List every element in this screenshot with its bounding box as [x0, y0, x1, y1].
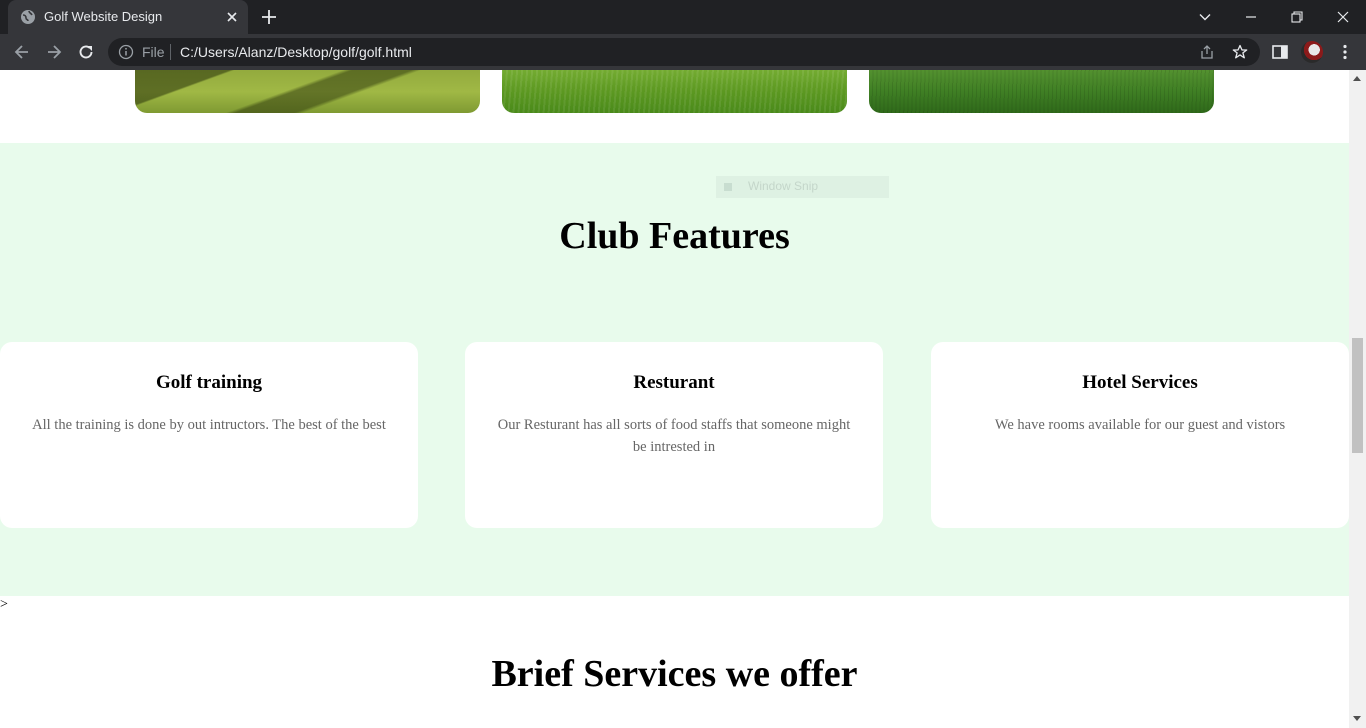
file-scheme-label: File [142, 44, 165, 60]
share-icon[interactable] [1199, 44, 1215, 60]
feature-card-text: We have rooms available for our guest an… [994, 417, 1286, 433]
window-snip-overlay[interactable]: Window Snip [716, 176, 889, 198]
globe-icon [20, 9, 36, 25]
tab-title: Golf Website Design [44, 9, 163, 24]
address-bar[interactable]: File C:/Users/Alanz/Desktop/golf/golf.ht… [108, 38, 1260, 66]
feature-card-text: Our Resturant has all sorts of food staf… [497, 417, 851, 455]
golf-grass-image [135, 70, 480, 113]
snip-label: Window Snip [748, 179, 819, 193]
restore-icon[interactable] [1274, 0, 1320, 34]
omnibox-divider [170, 44, 171, 60]
golf-course-image [869, 70, 1214, 113]
close-tab-icon[interactable] [224, 9, 240, 25]
side-panel-icon[interactable] [1271, 43, 1289, 61]
page-viewport: Window Snip Club Features Golf training … [0, 70, 1349, 728]
brief-services-title: Brief Services we offer [491, 653, 858, 695]
back-arrow-icon[interactable] [12, 42, 32, 62]
reload-icon[interactable] [76, 42, 96, 62]
feature-card-golf-training: Golf training All the training is done b… [0, 342, 418, 528]
page-scrollbar[interactable] [1349, 70, 1366, 728]
club-features-section: Window Snip Club Features Golf training … [0, 143, 1349, 596]
stray-text: > [0, 597, 8, 612]
feature-card-restaurant: Resturant Our Resturant has all sorts of… [465, 342, 883, 528]
new-tab-icon[interactable] [260, 8, 278, 26]
scroll-up-arrow-icon[interactable] [1353, 76, 1361, 81]
info-icon[interactable] [118, 44, 134, 60]
url-text[interactable]: C:/Users/Alanz/Desktop/golf/golf.html [180, 44, 412, 60]
feature-card-title: Resturant [633, 372, 715, 393]
tab-strip: Golf Website Design [0, 0, 1366, 34]
more-menu-icon[interactable] [1336, 43, 1354, 61]
feature-card-title: Hotel Services [1082, 372, 1198, 393]
tab-search-icon[interactable] [1182, 0, 1228, 34]
club-features-title: Club Features [559, 215, 790, 257]
browser-toolbar: File C:/Users/Alanz/Desktop/golf/golf.ht… [0, 34, 1366, 70]
minimize-icon[interactable] [1228, 0, 1274, 34]
snip-icon [724, 183, 732, 191]
profile-avatar[interactable] [1301, 41, 1323, 63]
bookmark-star-icon[interactable] [1232, 44, 1248, 60]
scrollbar-thumb[interactable] [1352, 338, 1363, 453]
scroll-down-arrow-icon[interactable] [1353, 716, 1361, 721]
golf-ball-grass-image [502, 70, 847, 113]
close-window-icon[interactable] [1320, 0, 1366, 34]
feature-card-title: Golf training [155, 372, 263, 393]
forward-arrow-icon[interactable] [44, 42, 64, 62]
browser-tab[interactable]: Golf Website Design [8, 0, 248, 34]
feature-card-hotel-services: Hotel Services We have rooms available f… [931, 342, 1349, 528]
feature-card-text: All the training is done by out intructo… [32, 417, 386, 433]
